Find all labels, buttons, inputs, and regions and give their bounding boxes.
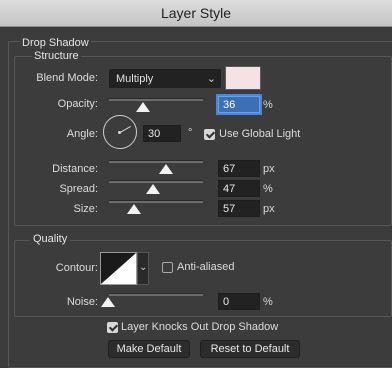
noise-unit: % [263,296,273,308]
noise-label: Noise: [66,296,98,308]
size-unit: px [263,203,275,215]
knockout-label: Layer Knocks Out Drop Shadow [121,321,279,333]
size-label: Size: [73,203,98,215]
blend-mode-select[interactable]: Multiply ⌄ [109,69,221,88]
use-global-light-checkbox[interactable] [204,129,215,140]
spread-slider[interactable] [109,180,203,183]
title-bar: Layer Style [0,0,392,27]
noise-slider-thumb[interactable] [101,297,115,307]
spread-label: Spread: [59,183,98,195]
chevron-down-icon: ⌄ [206,73,216,85]
spread-slider-thumb[interactable] [146,184,160,194]
make-default-button[interactable]: Make Default [108,340,190,358]
distance-slider-thumb[interactable] [159,164,173,174]
window-title: Layer Style [160,5,232,21]
contour-label: Contour: [55,262,98,274]
reset-to-default-button[interactable]: Reset to Default [200,340,300,358]
contour-preview[interactable] [100,252,137,285]
noise-input[interactable]: 0 [218,293,260,310]
angle-dial-needle [120,126,131,133]
distance-label: Distance: [52,163,98,175]
distance-input[interactable]: 67 [218,160,260,177]
spread-unit: % [263,183,273,195]
size-slider[interactable] [109,200,203,203]
size-slider-thumb[interactable] [127,204,141,214]
opacity-slider-thumb[interactable] [136,102,150,112]
anti-aliased-label: Anti-aliased [177,261,235,273]
distance-slider[interactable] [109,160,203,163]
distance-unit: px [263,163,275,175]
opacity-unit: % [263,99,273,111]
chevron-down-icon: ⌄ [139,262,148,273]
angle-label: Angle: [66,128,98,140]
drop-shadow-title: Drop Shadow [20,37,91,49]
knockout-checkbox[interactable] [107,322,118,333]
structure-title: Structure [32,50,81,62]
opacity-label: Opacity: [57,98,98,110]
angle-dial-center [118,131,121,134]
noise-slider[interactable] [109,293,203,296]
contour-curve-icon [101,253,136,284]
angle-input[interactable]: 30 [143,125,181,142]
use-global-light-label: Use Global Light [219,128,301,140]
opacity-slider[interactable] [109,98,203,101]
angle-unit: ° [188,127,193,139]
blend-mode-label: Blend Mode: [36,72,98,84]
shadow-color-swatch[interactable] [225,66,261,90]
blend-mode-value: Multiply [116,73,154,85]
anti-aliased-checkbox[interactable] [162,262,173,273]
opacity-input[interactable]: 36 [218,96,260,113]
quality-title: Quality [30,233,71,245]
contour-dropdown[interactable]: ⌄ [137,252,149,285]
angle-dial[interactable] [103,115,137,149]
size-input[interactable]: 57 [218,200,260,217]
spread-input[interactable]: 47 [218,180,260,197]
